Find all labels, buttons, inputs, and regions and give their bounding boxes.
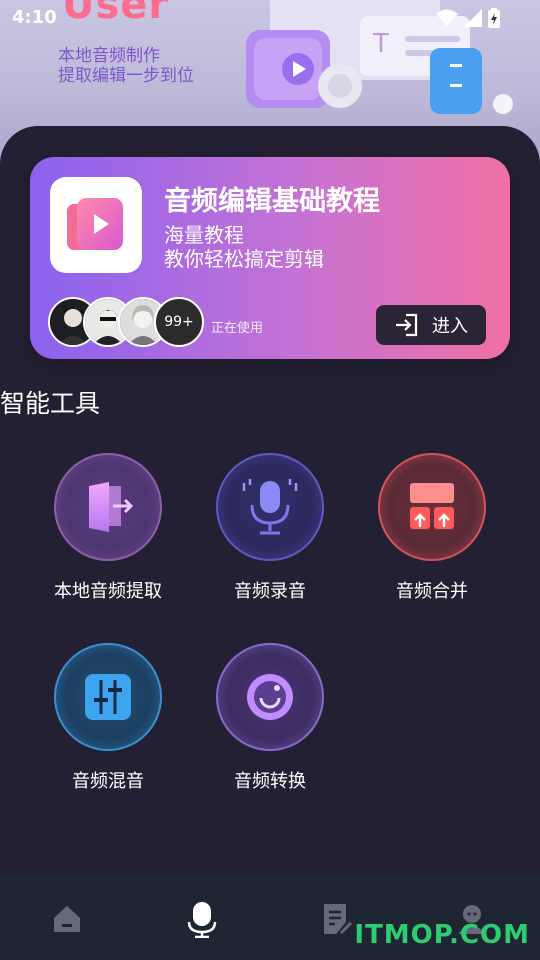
tool-local-audio-extract[interactable]: 本地音频提取 xyxy=(28,453,188,603)
site-watermark: ITMOP.COM xyxy=(354,920,530,950)
convert-circle-icon xyxy=(247,674,293,720)
tools-section-title: 智能工具 xyxy=(0,389,101,418)
status-bar: 4:10 xyxy=(0,0,540,36)
using-status-text: 正在使用 xyxy=(211,321,264,336)
mixer-sliders-icon xyxy=(85,674,131,720)
tool-label: 音频混音 xyxy=(72,771,144,792)
tutorial-video-icon xyxy=(50,177,142,273)
hero-subtitle-line2: 提取编辑一步到位 xyxy=(58,66,194,86)
wifi-icon xyxy=(436,9,458,26)
hero-subtitle-line1: 本地音频制作 xyxy=(58,46,160,66)
tool-label: 音频录音 xyxy=(234,581,306,602)
battery-icon xyxy=(488,8,500,28)
avatar-more-count: 99+ xyxy=(154,297,204,347)
user-avatars: 99+ xyxy=(48,297,208,349)
tool-icon-circle xyxy=(216,643,324,751)
login-arrow-icon xyxy=(396,313,418,337)
tool-label: 本地音频提取 xyxy=(54,581,162,602)
nav-record[interactable] xyxy=(182,899,222,939)
tool-audio-record[interactable]: 音频录音 xyxy=(190,453,350,603)
merge-icon xyxy=(410,483,454,529)
status-time: 4:10 xyxy=(12,7,57,28)
document-edit-icon xyxy=(324,904,352,934)
tool-label: 音频合并 xyxy=(396,581,468,602)
status-icons xyxy=(436,8,500,28)
tool-audio-mix[interactable]: 音频混音 xyxy=(28,643,188,793)
tool-audio-convert[interactable]: 音频转换 xyxy=(190,643,350,793)
tutorial-desc-line1: 海量教程 xyxy=(164,223,244,247)
home-icon xyxy=(54,906,80,932)
enter-button[interactable]: 进入 xyxy=(376,305,486,345)
microphone-icon xyxy=(242,479,298,535)
tool-icon-circle xyxy=(54,453,162,561)
nav-home[interactable] xyxy=(47,899,87,939)
tutorial-card[interactable]: 音频编辑基础教程 海量教程 教你轻松搞定剪辑 99+ 正在使用 进入 xyxy=(30,157,510,359)
hero-subtitle: 本地音频制作 提取编辑一步到位 xyxy=(58,46,194,86)
tool-icon-circle xyxy=(378,453,486,561)
exit-door-icon xyxy=(89,482,134,532)
tool-audio-merge[interactable]: 音频合并 xyxy=(352,453,512,603)
tool-label: 音频转换 xyxy=(234,771,306,792)
tool-icon-circle xyxy=(216,453,324,561)
tutorial-description: 海量教程 教你轻松搞定剪辑 xyxy=(164,223,324,271)
tutorial-desc-line2: 教你轻松搞定剪辑 xyxy=(164,247,324,271)
tutorial-title: 音频编辑基础教程 xyxy=(164,186,380,217)
nav-documents[interactable] xyxy=(317,899,357,939)
signal-icon xyxy=(464,9,482,27)
microphone-icon xyxy=(187,902,217,938)
enter-button-label: 进入 xyxy=(432,316,468,337)
tool-icon-circle xyxy=(54,643,162,751)
